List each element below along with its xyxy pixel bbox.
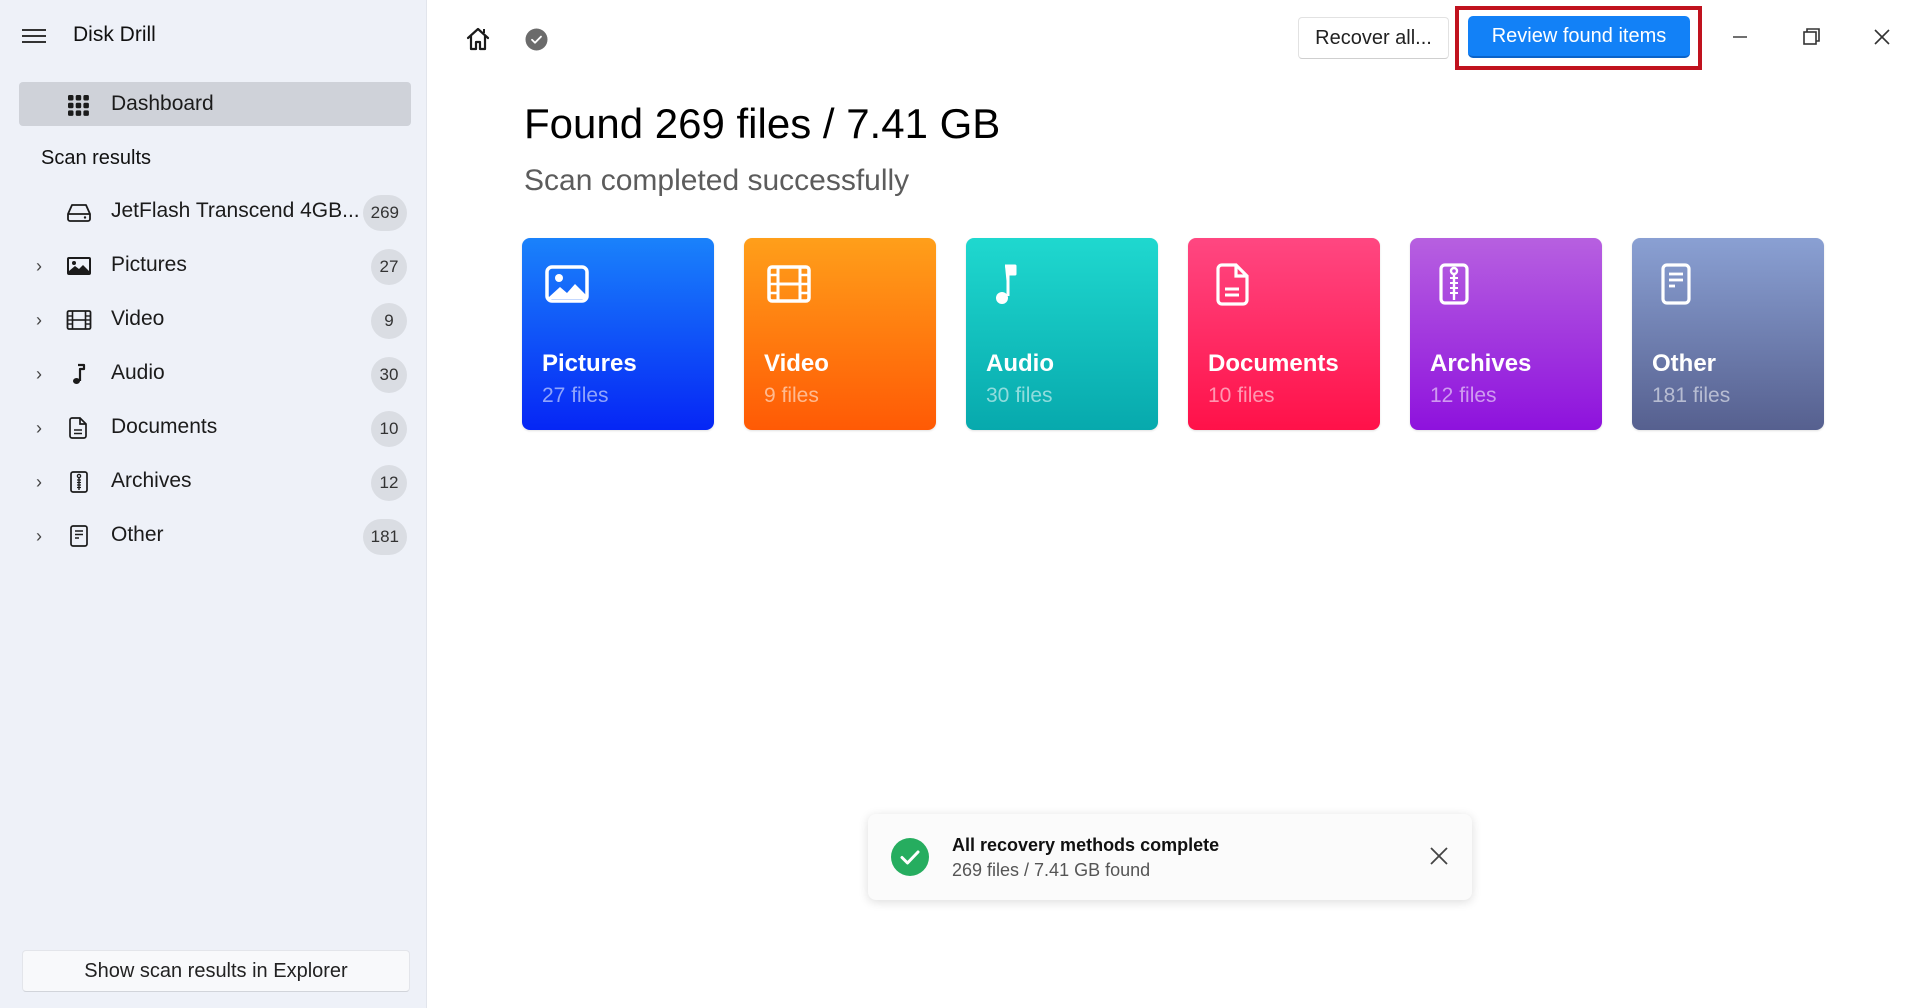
- sidebar-item-label: Documents: [111, 415, 218, 438]
- sidebar-item-label: Dashboard: [111, 92, 214, 115]
- sidebar: Disk Drill Dashboard Scan results JetFla…: [0, 0, 427, 1008]
- app-header: Disk Drill: [0, 0, 427, 72]
- count-badge: 10: [371, 411, 407, 447]
- sidebar-item-dashboard[interactable]: Dashboard: [19, 82, 411, 126]
- toast-subtitle: 269 files / 7.41 GB found: [952, 860, 1151, 880]
- category-card-pictures[interactable]: Pictures 27 files: [522, 238, 714, 430]
- card-title: Documents: [1208, 350, 1339, 377]
- review-found-items-button[interactable]: Review found items: [1468, 16, 1690, 58]
- close-icon[interactable]: [1862, 20, 1902, 54]
- sidebar-item-pictures[interactable]: › Pictures 27: [0, 242, 427, 290]
- sidebar-item-label: Audio: [111, 361, 165, 384]
- recover-all-button[interactable]: Recover all...: [1298, 17, 1449, 59]
- scan-results-heading: Scan results: [41, 147, 152, 169]
- card-title: Audio: [986, 350, 1054, 377]
- chevron-right-icon[interactable]: ›: [36, 419, 50, 437]
- chevron-right-icon[interactable]: ›: [36, 473, 50, 491]
- archive-zip-icon: [1439, 263, 1469, 305]
- music-note-icon: [73, 363, 86, 384]
- toast-title: All recovery methods complete: [952, 835, 1220, 855]
- category-card-archives[interactable]: Archives 12 files: [1410, 238, 1602, 430]
- sidebar-item-label: Pictures: [111, 253, 187, 276]
- card-title: Other: [1652, 350, 1717, 377]
- file-lines-icon: [1661, 263, 1691, 305]
- sidebar-item-audio[interactable]: › Audio 30: [0, 350, 427, 398]
- app-title: Disk Drill: [73, 23, 156, 46]
- sidebar-item-label: Other: [111, 523, 164, 546]
- card-count: 181 files: [1652, 384, 1731, 407]
- scan-complete-status-icon[interactable]: [525, 28, 548, 51]
- image-icon: [545, 265, 589, 303]
- notification-toast: All recovery methods complete 269 files …: [868, 814, 1472, 900]
- sidebar-item-other[interactable]: › Other 181: [0, 512, 427, 560]
- count-badge: 30: [371, 357, 407, 393]
- device-label: JetFlash Transcend 4GB...: [111, 199, 360, 222]
- archive-zip-icon: [70, 471, 88, 493]
- chevron-right-icon[interactable]: ›: [36, 365, 50, 383]
- film-icon: [66, 310, 92, 330]
- sidebar-item-label: Video: [111, 307, 165, 330]
- page-title: Found 269 files / 7.41 GB: [524, 100, 1001, 147]
- document-icon: [69, 417, 87, 439]
- grid-icon: [68, 95, 89, 116]
- card-title: Archives: [1430, 350, 1532, 377]
- sidebar-item-video[interactable]: › Video 9: [0, 296, 427, 344]
- count-badge: 181: [362, 519, 407, 555]
- category-card-audio[interactable]: Audio 30 files: [966, 238, 1158, 430]
- chevron-right-icon[interactable]: ›: [36, 257, 50, 275]
- minimize-icon[interactable]: [1720, 20, 1760, 54]
- card-count: 30 files: [986, 384, 1053, 407]
- count-badge: 269: [362, 195, 407, 231]
- count-badge: 27: [371, 249, 407, 285]
- drive-icon: [67, 204, 91, 222]
- card-count: 10 files: [1208, 384, 1275, 407]
- scan-status-text: Scan completed successfully: [524, 164, 910, 197]
- chevron-right-icon[interactable]: ›: [36, 527, 50, 545]
- sidebar-item-archives[interactable]: › Archives 12: [0, 458, 427, 506]
- close-icon[interactable]: [1428, 845, 1450, 867]
- show-in-explorer-button[interactable]: Show scan results in Explorer: [22, 950, 410, 992]
- music-note-icon: [996, 264, 1017, 304]
- sidebar-item-label: Archives: [111, 469, 192, 492]
- sidebar-item-device[interactable]: JetFlash Transcend 4GB... 269: [0, 188, 427, 236]
- menu-icon[interactable]: [22, 25, 48, 47]
- count-badge: 12: [371, 465, 407, 501]
- home-icon[interactable]: [465, 26, 491, 52]
- card-count: 27 files: [542, 384, 609, 407]
- card-count: 12 files: [1430, 384, 1497, 407]
- card-title: Pictures: [542, 350, 637, 377]
- chevron-right-icon[interactable]: ›: [36, 311, 50, 329]
- category-card-documents[interactable]: Documents 10 files: [1188, 238, 1380, 430]
- success-check-icon: [891, 838, 929, 876]
- file-lines-icon: [70, 525, 88, 547]
- sidebar-item-documents[interactable]: › Documents 10: [0, 404, 427, 452]
- restore-icon[interactable]: [1791, 20, 1831, 54]
- count-badge: 9: [371, 303, 407, 339]
- image-icon: [67, 257, 91, 275]
- category-card-other[interactable]: Other 181 files: [1632, 238, 1824, 430]
- film-icon: [767, 265, 811, 303]
- category-card-video[interactable]: Video 9 files: [744, 238, 936, 430]
- card-title: Video: [764, 350, 829, 377]
- card-count: 9 files: [764, 384, 819, 407]
- document-icon: [1216, 263, 1249, 306]
